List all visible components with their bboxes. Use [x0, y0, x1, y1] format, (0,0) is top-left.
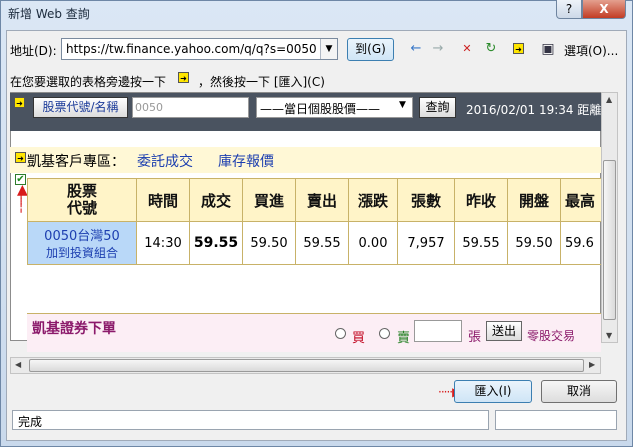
select-tables-icon[interactable]: ➜ [511, 41, 527, 57]
order-label: 凱基證券下單 [32, 321, 116, 337]
time-cell: 14:30 [136, 221, 190, 265]
address-dropdown-icon[interactable]: ▼ [320, 39, 337, 59]
col-header: 張數 [397, 178, 455, 222]
bid-cell: 59.50 [242, 221, 296, 265]
kgi-label: 凱基客戶專區： [27, 154, 125, 170]
prev-close-cell: 59.55 [454, 221, 508, 265]
scroll-down-icon[interactable]: ▼ [606, 331, 612, 340]
col-header: 賣出 [295, 178, 349, 222]
yellow-arrow-icon: ➜ [178, 72, 189, 83]
scroll-right-icon[interactable]: ▶ [589, 360, 595, 369]
col-header: 股票 代號 [27, 178, 137, 222]
cancel-button[interactable]: 取消 [541, 380, 617, 403]
import-button[interactable]: 匯入(I) [454, 380, 532, 403]
back-icon[interactable]: ← [408, 41, 424, 57]
table-row: 0050台灣50 加到投資組合 14:30 59.55 59.50 59.55 … [27, 221, 606, 265]
scroll-up-icon[interactable]: ▲ [606, 95, 612, 104]
datetime-text: 2016/02/01 19:34 距離美 [466, 103, 614, 117]
buy-label: 買 [352, 331, 366, 346]
options-button[interactable]: 選項(O)... [564, 42, 618, 59]
quote-table: 股票 代號 時間 成交 買進 賣出 漲跌 張數 昨收 開盤 最高 0050台灣5… [27, 178, 606, 265]
table-header-row: 股票 代號 時間 成交 買進 賣出 漲跌 張數 昨收 開盤 最高 [27, 178, 606, 222]
select-table-arrow-icon[interactable]: ➜ [14, 97, 25, 108]
stock-input[interactable]: 0050 [132, 97, 249, 118]
col-header: 最高 [560, 178, 606, 222]
quote-type-select[interactable]: ——當日個股股價—— [256, 97, 413, 118]
stock-code-link[interactable]: 0050台灣50 [28, 225, 136, 244]
order-fill-link[interactable]: 委託成交 [137, 151, 193, 171]
high-cell: 59.6 [560, 221, 606, 265]
save-query-icon[interactable]: ▣ [540, 41, 556, 57]
status-bar-secondary [495, 410, 617, 430]
price-cell: 59.55 [189, 221, 243, 265]
sell-label: 賣 [397, 331, 411, 346]
window-title: 新增 Web 查詢 [8, 7, 90, 21]
stock-name-cell: 0050台灣50 加到投資組合 [27, 221, 137, 265]
sell-radio[interactable] [379, 328, 390, 339]
hint-text: 在您要選取的表格旁邊按一下 [10, 75, 167, 89]
scroll-left-icon[interactable]: ◀ [15, 360, 21, 369]
select-table-arrow-icon[interactable]: ➜ [15, 152, 26, 163]
help-button[interactable]: ? [556, 0, 582, 19]
ask-cell: 59.55 [295, 221, 349, 265]
odd-lot-link[interactable]: 零股交易 [527, 327, 575, 344]
status-bar: 完成 [12, 410, 489, 430]
col-header: 時間 [136, 178, 190, 222]
address-url: https://tw.finance.yahoo.com/q/q?s=0050 [66, 42, 317, 56]
quantity-input[interactable] [414, 320, 462, 342]
col-header: 開盤 [507, 178, 561, 222]
refresh-icon[interactable]: ↻ [483, 41, 499, 57]
volume-cell: 7,957 [397, 221, 455, 265]
unit-label: 張 [468, 330, 482, 345]
col-header: 昨收 [454, 178, 508, 222]
address-label: 地址(D): [10, 44, 57, 58]
col-header: 漲跌 [348, 178, 398, 222]
query-button[interactable]: 查詢 [419, 97, 456, 118]
close-button[interactable]: X [582, 0, 626, 19]
address-input[interactable]: https://tw.finance.yahoo.com/q/q?s=0050 … [61, 38, 338, 60]
col-header: 成交 [189, 178, 243, 222]
vertical-scroll-thumb[interactable] [603, 160, 616, 320]
open-cell: 59.50 [507, 221, 561, 265]
stop-icon[interactable]: ✕ [459, 41, 475, 57]
chevron-down-icon: ▼ [399, 100, 406, 110]
inventory-quote-link[interactable]: 庫存報價 [218, 151, 274, 171]
change-cell: 0.00 [348, 221, 398, 265]
col-header: 買進 [242, 178, 296, 222]
add-portfolio-link[interactable]: 加到投資組合 [28, 244, 136, 261]
buy-radio[interactable] [335, 328, 346, 339]
go-button[interactable]: 到(G) [347, 38, 394, 61]
hint-text-2: ，然後按一下 [匯入](C) [198, 75, 325, 89]
send-button[interactable]: 送出 [486, 321, 522, 341]
horizontal-scroll-thumb[interactable] [29, 359, 584, 372]
forward-icon[interactable]: → [430, 41, 446, 57]
stock-code-button[interactable]: 股票代號/名稱 [33, 97, 128, 118]
